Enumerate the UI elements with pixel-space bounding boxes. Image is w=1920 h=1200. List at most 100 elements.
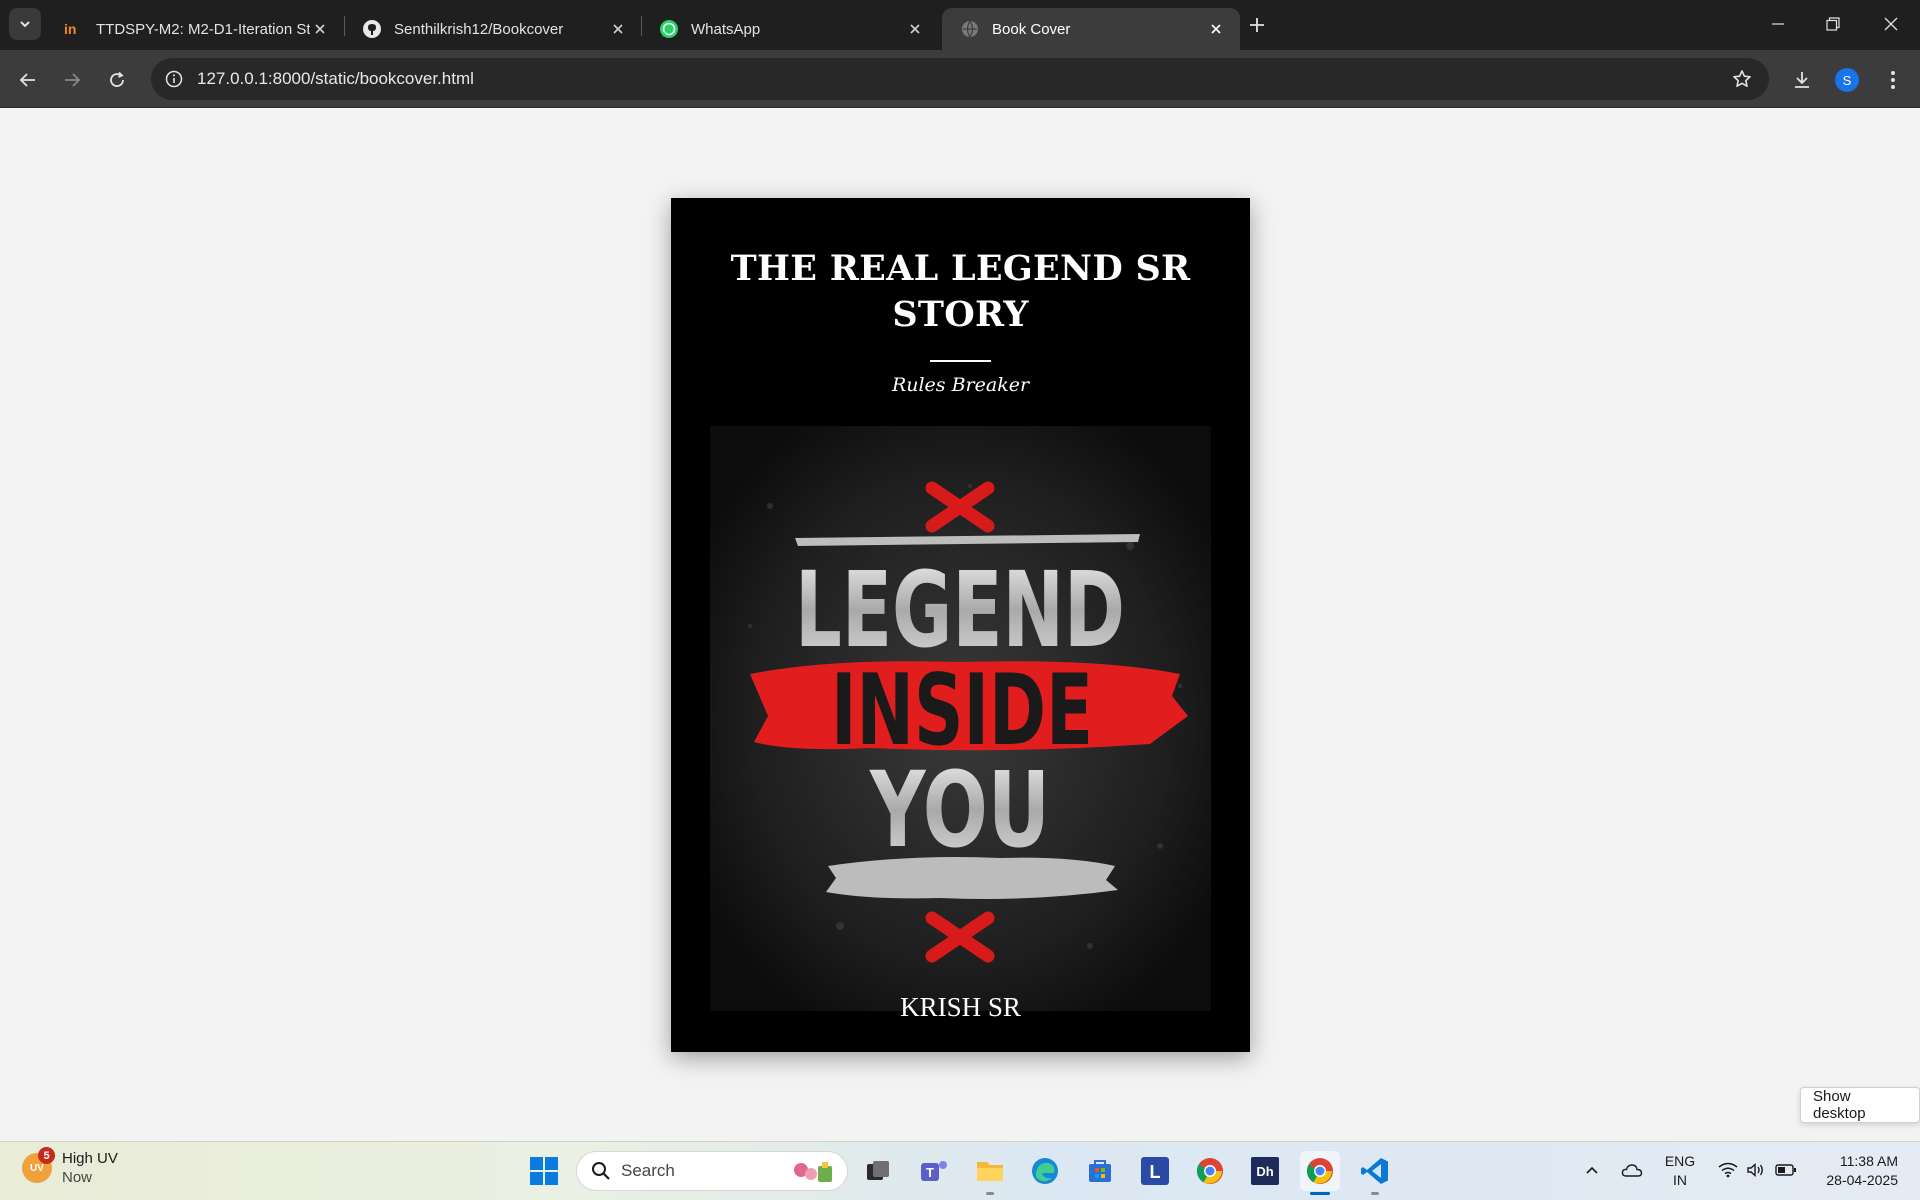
tab-whatsapp[interactable]: WhatsApp xyxy=(641,8,939,50)
show-desktop-tooltip: Show desktop xyxy=(1800,1087,1920,1123)
tab-title: Book Cover xyxy=(992,20,1071,38)
github-icon xyxy=(362,19,382,39)
restore-button[interactable] xyxy=(1810,6,1856,42)
active-indicator xyxy=(1310,1192,1330,1195)
dh-app-icon: Dh xyxy=(1251,1157,1279,1185)
vscode-icon xyxy=(1361,1158,1388,1184)
tab-book-cover[interactable]: Book Cover xyxy=(942,8,1240,50)
menu-button[interactable] xyxy=(1877,64,1909,96)
wifi-icon[interactable] xyxy=(1716,1158,1740,1182)
svg-text:T: T xyxy=(926,1165,934,1180)
browser-toolbar: 127.0.0.1:8000/static/bookcover.html S xyxy=(0,50,1920,108)
tab-strip: in TTDSPY-M2: M2-D1-Iteration St Senthil… xyxy=(0,0,1920,50)
start-button[interactable] xyxy=(524,1151,564,1191)
reload-icon xyxy=(110,71,124,87)
volume-icon[interactable] xyxy=(1744,1158,1768,1182)
book-subtitle: Rules Breaker xyxy=(891,374,1030,396)
title-divider xyxy=(930,360,991,362)
cover-artwork: LEGEND INSIDE YOU xyxy=(710,426,1211,1011)
language-indicator[interactable]: ENG IN xyxy=(1660,1152,1700,1190)
close-icon[interactable] xyxy=(905,19,925,39)
back-button[interactable] xyxy=(12,64,44,96)
clock[interactable]: 11:38 AM 28-04-2025 xyxy=(1810,1152,1898,1190)
site-info-icon[interactable] xyxy=(161,66,187,92)
chevron-up-icon xyxy=(1586,1166,1598,1174)
svg-text:in: in xyxy=(64,22,76,36)
close-window-button[interactable] xyxy=(1868,6,1914,42)
close-icon xyxy=(1884,17,1898,31)
show-hidden-icons-button[interactable] xyxy=(1580,1158,1604,1182)
svg-text:Dh: Dh xyxy=(1256,1164,1273,1179)
notification-badge: 5 xyxy=(38,1147,55,1164)
url-text[interactable]: 127.0.0.1:8000/static/bookcover.html xyxy=(197,69,474,89)
book-cover: THE REAL LEGEND SR STORY Rules Breaker L… xyxy=(671,198,1250,1052)
forward-button[interactable] xyxy=(56,64,88,96)
teams-button[interactable]: T xyxy=(914,1151,954,1191)
task-view-icon xyxy=(867,1161,889,1180)
battery-icon[interactable] xyxy=(1774,1158,1798,1182)
search-icon xyxy=(592,1162,610,1180)
chrome-icon xyxy=(1196,1158,1223,1184)
uv-icon: UV 5 xyxy=(22,1147,55,1183)
globe-icon xyxy=(960,19,980,39)
arrow-left-icon xyxy=(19,73,35,87)
clock-date: 28-04-2025 xyxy=(1826,1172,1898,1188)
l-app-button[interactable]: L xyxy=(1135,1151,1175,1191)
book-title: THE REAL LEGEND SR STORY xyxy=(730,248,1191,335)
vscode-button[interactable] xyxy=(1355,1151,1395,1195)
clock-time: 11:38 AM xyxy=(1839,1153,1898,1169)
windows-logo-icon xyxy=(530,1157,558,1185)
chevron-down-icon xyxy=(20,21,30,28)
minimize-button[interactable] xyxy=(1755,6,1801,42)
cloud-icon xyxy=(1621,1164,1643,1177)
file-explorer-button[interactable] xyxy=(970,1151,1010,1195)
task-view-button[interactable] xyxy=(858,1151,898,1191)
search-placeholder: Search xyxy=(621,1161,675,1180)
new-tab-button[interactable] xyxy=(1243,11,1271,39)
tab-ttdspy[interactable]: in TTDSPY-M2: M2-D1-Iteration St xyxy=(46,8,344,50)
close-icon[interactable] xyxy=(608,19,628,39)
close-icon[interactable] xyxy=(1206,19,1226,39)
profile-button[interactable]: S xyxy=(1831,64,1863,96)
dh-app-button[interactable]: Dh xyxy=(1245,1151,1285,1191)
chrome-active-button[interactable] xyxy=(1300,1151,1340,1195)
tab-title: TTDSPY-M2: M2-D1-Iteration St xyxy=(96,20,310,38)
book-author: KRISH SR xyxy=(900,992,1021,1022)
running-indicator xyxy=(986,1192,994,1195)
bookmark-star-icon[interactable] xyxy=(1729,66,1755,92)
folder-icon xyxy=(977,1162,1003,1181)
restore-icon xyxy=(1826,17,1840,31)
teams-icon: T xyxy=(921,1161,947,1181)
plus-icon xyxy=(1250,18,1264,32)
weather-title: High UV xyxy=(62,1150,118,1167)
tab-github[interactable]: Senthilkrish12/Bookcover xyxy=(344,8,642,50)
tab-title: Senthilkrish12/Bookcover xyxy=(394,20,564,38)
cover-art-line3: YOU xyxy=(869,749,1050,871)
search-highlight-icon xyxy=(794,1162,832,1182)
cover-art-line1: LEGEND xyxy=(795,549,1125,671)
close-icon[interactable] xyxy=(310,19,330,39)
in-logo-icon: in xyxy=(64,19,84,39)
edge-button[interactable] xyxy=(1025,1151,1065,1191)
whatsapp-icon xyxy=(659,19,679,39)
reload-button[interactable] xyxy=(101,64,133,96)
taskbar-search[interactable]: Search xyxy=(576,1151,848,1191)
chrome-button[interactable] xyxy=(1190,1151,1230,1191)
store-button[interactable] xyxy=(1080,1151,1120,1191)
minimize-icon xyxy=(1772,23,1784,25)
kebab-menu-icon xyxy=(1891,71,1895,89)
running-indicator xyxy=(1371,1192,1379,1195)
taskbar: UV 5 High UV Now Search T L Dh ENG IN 11… xyxy=(0,1141,1920,1200)
svg-text:L: L xyxy=(1150,1162,1161,1182)
onedrive-button[interactable] xyxy=(1620,1158,1644,1182)
l-app-icon: L xyxy=(1141,1157,1169,1185)
downloads-button[interactable] xyxy=(1786,64,1818,96)
tab-title: WhatsApp xyxy=(691,20,761,38)
avatar: S xyxy=(1835,68,1859,92)
chrome-icon xyxy=(1306,1158,1333,1184)
address-bar[interactable]: 127.0.0.1:8000/static/bookcover.html xyxy=(151,58,1769,100)
download-icon xyxy=(1795,72,1809,88)
weather-widget[interactable]: UV 5 High UV Now xyxy=(22,1147,118,1187)
page-viewport: THE REAL LEGEND SR STORY Rules Breaker L… xyxy=(0,109,1920,1141)
tab-search-button[interactable] xyxy=(9,8,41,40)
